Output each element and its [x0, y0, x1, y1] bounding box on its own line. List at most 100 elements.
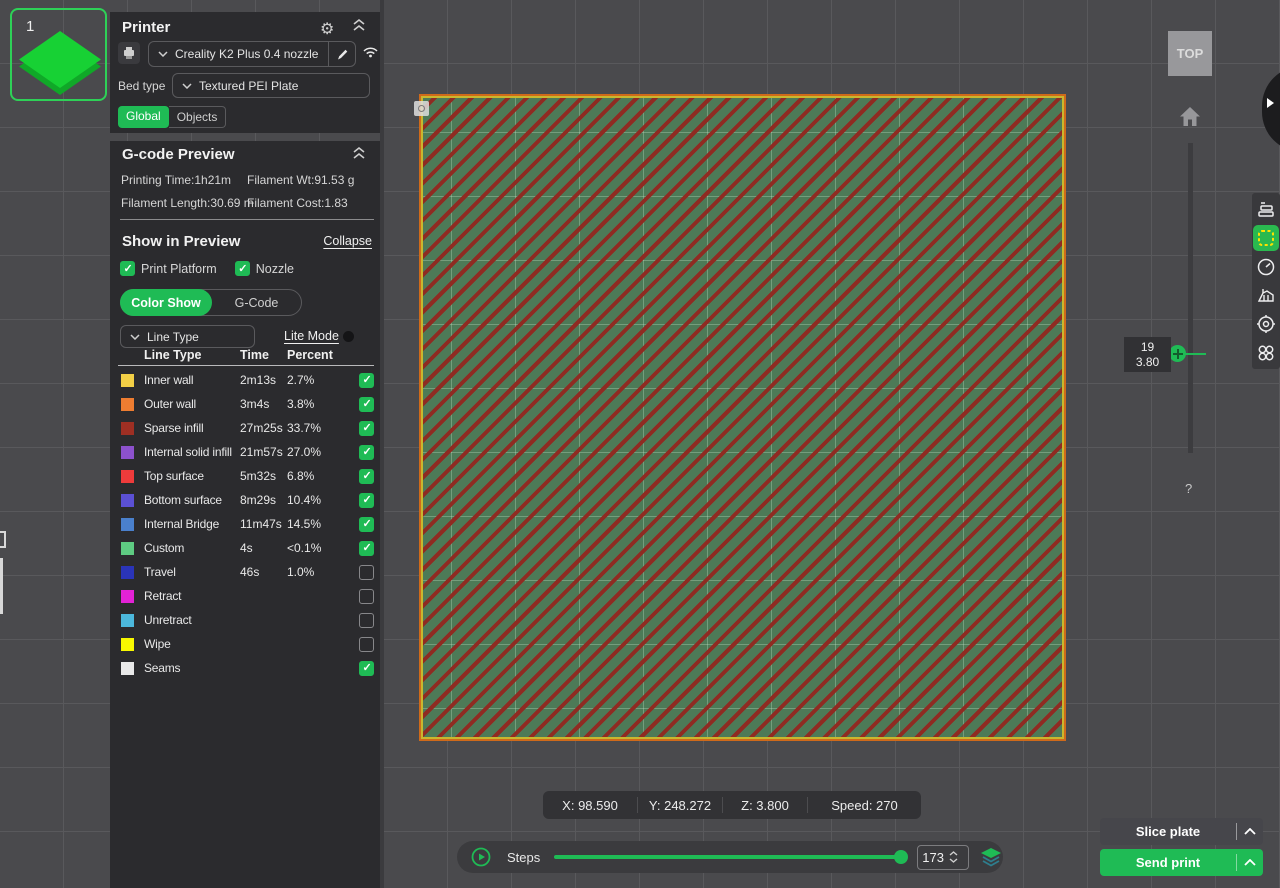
line-color-swatch — [121, 590, 134, 603]
plate-thumbnail[interactable]: 1 — [10, 8, 107, 101]
speed-gauge-icon[interactable] — [1253, 254, 1279, 280]
steps-input[interactable] — [918, 850, 948, 865]
steps-slider-thumb[interactable] — [894, 850, 908, 864]
show-layers-icon[interactable] — [979, 847, 1003, 867]
print-platform-label: Print Platform — [141, 262, 217, 276]
steps-stepper[interactable] — [949, 851, 958, 863]
line-color-swatch — [121, 614, 134, 627]
line-visibility-checkbox[interactable] — [359, 493, 374, 508]
nozzle-checkbox[interactable] — [235, 261, 250, 276]
line-visibility-checkbox[interactable] — [359, 373, 374, 388]
color-show-button[interactable]: Color Show — [120, 289, 212, 316]
line-color-swatch — [121, 422, 134, 435]
line-type-percent: 27.0% — [287, 445, 359, 459]
line-visibility-checkbox[interactable] — [359, 445, 374, 460]
line-color-swatch — [121, 542, 134, 555]
steps-slider[interactable] — [554, 855, 901, 859]
line-type-dropdown[interactable]: Line Type — [120, 325, 255, 348]
collapse-link[interactable]: Collapse — [323, 234, 372, 248]
object-list-icon[interactable] — [1253, 196, 1279, 222]
line-color-swatch — [121, 638, 134, 651]
line-type-name: Bottom surface — [144, 493, 240, 507]
help-icon[interactable]: ? — [1185, 481, 1192, 496]
line-type-percent: 14.5% — [287, 517, 359, 531]
preview-mode-segmented-control: Color Show G-Code — [120, 289, 302, 316]
line-visibility-checkbox[interactable] — [359, 565, 374, 580]
printer-panel-collapse-icon[interactable] — [352, 18, 366, 32]
printer-select-dropdown[interactable]: Creality K2 Plus 0.4 nozzle — [148, 41, 356, 67]
tab-global[interactable]: Global — [118, 106, 169, 128]
table-row: Top surface 5m32s 6.8% — [118, 464, 374, 488]
home-view-icon[interactable] — [1179, 106, 1201, 127]
nozzle-label: Nozzle — [256, 262, 294, 276]
line-visibility-checkbox[interactable] — [359, 637, 374, 652]
line-visibility-checkbox[interactable] — [359, 517, 374, 532]
line-type-name: Wipe — [144, 637, 240, 651]
plate-object-preview — [19, 31, 101, 88]
layer-slider-handle[interactable] — [1169, 345, 1186, 362]
lite-mode-label: Lite Mode — [284, 329, 339, 343]
line-type-percent: 1.0% — [287, 565, 359, 579]
printer-name: Creality K2 Plus 0.4 nozzle — [175, 47, 318, 61]
line-type-dropdown-value: Line Type — [147, 330, 199, 344]
send-options-caret-icon[interactable] — [1237, 859, 1263, 866]
view-cube-top[interactable]: TOP — [1168, 31, 1212, 76]
more-apps-icon[interactable] — [1253, 340, 1279, 366]
line-color-swatch — [121, 566, 134, 579]
chevron-down-icon — [130, 334, 140, 340]
tab-objects[interactable]: Objects — [169, 106, 227, 128]
slice-plate-label: Slice plate — [1100, 824, 1236, 839]
sliced-object-preview[interactable] — [419, 94, 1066, 741]
printer-device-icon — [118, 42, 140, 64]
status-y: Y: 248.272 — [638, 791, 722, 819]
slice-options-caret-icon[interactable] — [1237, 828, 1263, 835]
table-row: Travel 46s 1.0% — [118, 560, 374, 584]
scope-tabs: Global Objects — [118, 106, 226, 128]
machine-control-icon[interactable] — [1253, 311, 1279, 337]
line-visibility-checkbox[interactable] — [359, 661, 374, 676]
table-row: Custom 4s <0.1% — [118, 536, 374, 560]
gcode-panel-collapse-icon[interactable] — [352, 146, 366, 160]
layer-slider-track[interactable] — [1188, 143, 1193, 453]
clipped-left-panel-fragment — [0, 558, 3, 614]
slice-plate-button[interactable]: Slice plate — [1100, 818, 1263, 845]
play-button[interactable] — [471, 847, 491, 867]
send-print-button[interactable]: Send print — [1100, 849, 1263, 876]
bed-type-dropdown[interactable]: Textured PEI Plate — [172, 73, 370, 98]
line-type-percent: 3.8% — [287, 397, 359, 411]
layer-slider-indicator-line — [1184, 353, 1206, 355]
bed-type-label: Bed type — [118, 79, 165, 93]
layer-number: 19 — [1141, 340, 1154, 355]
line-table-header: Line Type Time Percent — [118, 348, 374, 362]
prime-tower-icon[interactable] — [1253, 282, 1279, 308]
object-corner-handle[interactable] — [414, 101, 429, 116]
print-platform-checkbox[interactable] — [120, 261, 135, 276]
preview-mode-icon[interactable] — [1253, 225, 1279, 251]
header-line-type: Line Type — [144, 348, 240, 362]
line-visibility-checkbox[interactable] — [359, 397, 374, 412]
line-visibility-checkbox[interactable] — [359, 469, 374, 484]
wifi-icon[interactable] — [362, 45, 379, 58]
filament-weight-stat: Filament Wt:91.53 g — [247, 173, 354, 187]
line-visibility-checkbox[interactable] — [359, 421, 374, 436]
line-visibility-checkbox[interactable] — [359, 613, 374, 628]
chevron-down-icon — [182, 83, 192, 89]
line-type-name: Top surface — [144, 469, 240, 483]
line-visibility-checkbox[interactable] — [359, 589, 374, 604]
edit-printer-pencil-icon[interactable] — [329, 48, 355, 61]
gcode-button[interactable]: G-Code — [212, 290, 301, 315]
status-speed: Speed: 270 — [808, 791, 921, 819]
table-row: Bottom surface 8m29s 10.4% — [118, 488, 374, 512]
line-visibility-checkbox[interactable] — [359, 541, 374, 556]
header-percent: Percent — [287, 348, 374, 362]
line-color-swatch — [121, 494, 134, 507]
line-type-name: Inner wall — [144, 373, 240, 387]
printer-settings-gear-icon[interactable]: ⚙ — [320, 19, 334, 39]
right-panel-collapse-handle[interactable] — [1262, 66, 1280, 152]
diamond-top-face — [19, 31, 101, 88]
status-x: X: 98.590 — [543, 791, 637, 819]
steps-input-box — [917, 845, 969, 870]
printing-time-stat: Printing Time:1h21m — [121, 173, 231, 187]
line-type-time: 46s — [240, 565, 287, 579]
table-row: Inner wall 2m13s 2.7% — [118, 368, 374, 392]
